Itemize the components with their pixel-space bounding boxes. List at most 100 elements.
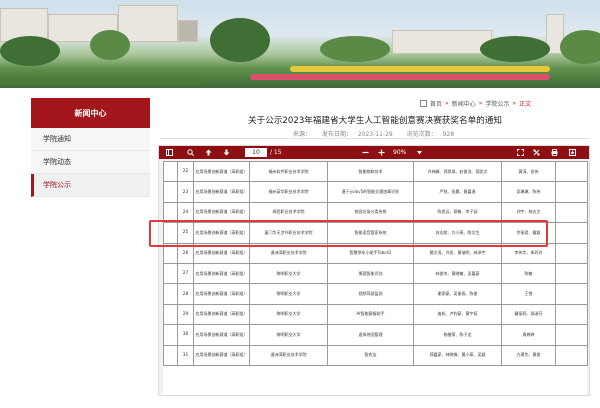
sidebar-item-news[interactable]: 学院动态 xyxy=(31,151,150,174)
table-row: 31 应用场景创新赛道（高职组） 湄洲湾职业技术学院 智农宝 郑嘉豪、林晓梅、黄小燕、吴… xyxy=(163,344,588,366)
row-trailing-cell xyxy=(555,222,588,244)
school-cell: 黎明职业大学 xyxy=(249,283,328,305)
row-trailing-cell xyxy=(555,201,588,224)
school-cell: 黎明职业大学 xyxy=(249,262,328,285)
row-number-cell: 22 xyxy=(177,160,194,183)
page-down-icon[interactable] xyxy=(221,146,231,159)
school-cell: 福州英华职业技术学院 xyxy=(249,181,328,203)
chevron-down-icon[interactable] xyxy=(415,146,423,159)
building-wing xyxy=(178,20,198,42)
members-cell: 谢家豪、吴振扬、陈俊 xyxy=(413,283,502,305)
presentation-icon[interactable] xyxy=(531,146,541,159)
members-cell: 林俊杰、黄晓敏、吴嘉豪 xyxy=(413,262,502,285)
advisor-cell: 黄涛、张伟 xyxy=(501,160,556,183)
breadcrumb-home[interactable]: 首页 xyxy=(430,99,442,108)
breadcrumb-news-center[interactable]: 新闻中心 xyxy=(452,99,476,108)
print-icon[interactable] xyxy=(549,146,559,159)
row-trailing-cell xyxy=(555,344,588,366)
row-margin-cell xyxy=(163,262,178,285)
fullscreen-icon[interactable] xyxy=(515,146,525,159)
tree xyxy=(320,36,390,62)
table-row: 29 应用场景创新赛道（高职组） 黎明职业大学 AI智能客服助手 庞杭、卢钧豪、黄宇辰戴… xyxy=(163,303,588,326)
breadcrumb-separator: » xyxy=(478,100,483,107)
row-trailing-cell xyxy=(555,262,588,285)
zoom-level[interactable]: 90% xyxy=(393,146,406,159)
members-cell: 严铭、张晨、黄嘉逸 xyxy=(413,181,502,203)
school-cell: 黎明职业大学 xyxy=(249,324,328,346)
row-trailing-cell xyxy=(555,242,588,264)
advisor-cell: 陈敏 xyxy=(501,262,556,285)
table-row: 27 应用场景创新赛道（高职组） 黎明职业大学 果蔬智能识别 林俊杰、黄晓敏、吴嘉豪 陈敏 xyxy=(163,262,588,285)
breadcrumb-current: 正文 xyxy=(519,101,532,108)
award-table: 22 应用场景创新赛道（高职组） 福州软件职业技术学院 智能物联技术 许林峰、郑思琪、赵… xyxy=(163,160,588,366)
divider xyxy=(160,138,590,139)
row-number-cell: 29 xyxy=(177,303,194,326)
project-cell: 基于yolov5的智能交通违章识别 xyxy=(327,181,414,203)
flower-bed xyxy=(290,66,550,72)
school-cell: 湄洲湾职业技术学院 xyxy=(249,344,328,366)
source-label: 来源： xyxy=(292,131,311,138)
page-total: / 15 xyxy=(270,149,282,156)
sidebar-item-announcements[interactable]: 学院公示 xyxy=(31,174,150,197)
project-cell: 视频驾驶监测 xyxy=(327,283,414,305)
page-title: 关于公示2023年福建省大学生人工智能创意赛决赛获奖名单的通知 xyxy=(248,116,502,126)
project-cell: AI智能客服助手 xyxy=(327,303,414,326)
views-label: 浏览次数： xyxy=(406,131,437,138)
track-cell: 应用场景创新赛道（高职组） xyxy=(193,283,250,305)
sidebar-item-notices[interactable]: 学院通知 xyxy=(31,128,150,151)
advisor-cell: 周婷婷 xyxy=(501,324,556,346)
row-margin-cell xyxy=(163,324,178,346)
breadcrumb-separator: » xyxy=(512,100,517,107)
breadcrumb-separator: » xyxy=(445,100,449,107)
track-cell: 应用场景创新赛道（高职组） xyxy=(193,262,250,285)
breadcrumb-announcements[interactable]: 学院公示 xyxy=(485,99,509,108)
pdf-viewer: 10 / 15 90% 22 应用场景创新赛道（高职组） 福州软件职业技术学院 … xyxy=(158,145,590,396)
row-margin-cell xyxy=(163,160,178,183)
track-cell: 应用场景创新赛道（高职组） xyxy=(193,324,250,346)
members-cell: 郑嘉豪、林晓梅、黄小燕、吴颖 xyxy=(413,344,502,366)
table-row: 28 应用场景创新赛道（高职组） 黎明职业大学 视频驾驶监测 谢家豪、吴振扬、陈俊 王雪 xyxy=(163,283,588,305)
row-margin-cell xyxy=(163,344,178,366)
project-cell: 智农宝 xyxy=(327,344,414,366)
date-label: 发布日期： xyxy=(321,131,352,138)
sidebar: 新闻中心 学院通知 学院动态 学院公示 xyxy=(31,98,150,197)
row-margin-cell xyxy=(163,283,178,305)
tree xyxy=(560,30,600,64)
row-number-cell: 27 xyxy=(177,262,194,285)
search-icon[interactable] xyxy=(185,146,195,159)
article-meta: 来源： 发布日期： 2023-11-29 浏览次数： 928 xyxy=(160,129,590,138)
page-number-input[interactable]: 10 xyxy=(245,148,267,157)
lawn xyxy=(0,78,200,84)
sidebar-toggle-icon[interactable] xyxy=(164,146,174,159)
view-count: 928 xyxy=(442,131,455,138)
row-margin-cell xyxy=(163,181,178,203)
row-trailing-cell xyxy=(555,324,588,346)
tree xyxy=(210,18,270,62)
table-row: 30 应用场景创新赛道（高职组） 黎明职业大学 虚拟茶园管理 杨楷荣、陈子龙 周婷婷 xyxy=(163,324,588,346)
row-trailing-cell xyxy=(555,181,588,203)
zoom-in-icon[interactable] xyxy=(376,146,386,159)
row-number-cell: 30 xyxy=(177,324,194,346)
tree xyxy=(0,36,60,66)
project-cell: 果蔬智能识别 xyxy=(327,262,414,285)
download-icon[interactable] xyxy=(567,146,577,159)
tree xyxy=(480,36,550,62)
home-icon xyxy=(420,100,427,107)
table-row: 23 应用场景创新赛道（高职组） 福州英华职业技术学院 基于yolov5的智能交通违章… xyxy=(163,181,588,203)
school-cell: 福州软件职业技术学院 xyxy=(249,160,328,183)
zoom-out-icon[interactable] xyxy=(360,146,370,159)
track-cell: 应用场景创新赛道（高职组） xyxy=(193,303,250,326)
row-trailing-cell xyxy=(555,283,588,305)
table-row: 22 应用场景创新赛道（高职组） 福州软件职业技术学院 智能物联技术 许林峰、郑思琪、赵… xyxy=(163,160,588,183)
building-right xyxy=(392,30,492,54)
row-trailing-cell xyxy=(555,303,588,326)
page-up-icon[interactable] xyxy=(203,146,213,159)
row-number-cell: 23 xyxy=(177,181,194,203)
track-cell: 应用场景创新赛道（高职组） xyxy=(193,344,250,366)
advisor-cell: 方建华、黄俊 xyxy=(501,344,556,366)
row-trailing-cell xyxy=(555,160,588,183)
pdf-page: 22 应用场景创新赛道（高职组） 福州软件职业技术学院 智能物联技术 许林峰、郑思琪、赵… xyxy=(163,160,588,395)
sidebar-header: 新闻中心 xyxy=(31,98,150,128)
advisor-cell: 戴丽莉、邱淑芬 xyxy=(501,303,556,326)
advisor-cell: 王雪 xyxy=(501,283,556,305)
